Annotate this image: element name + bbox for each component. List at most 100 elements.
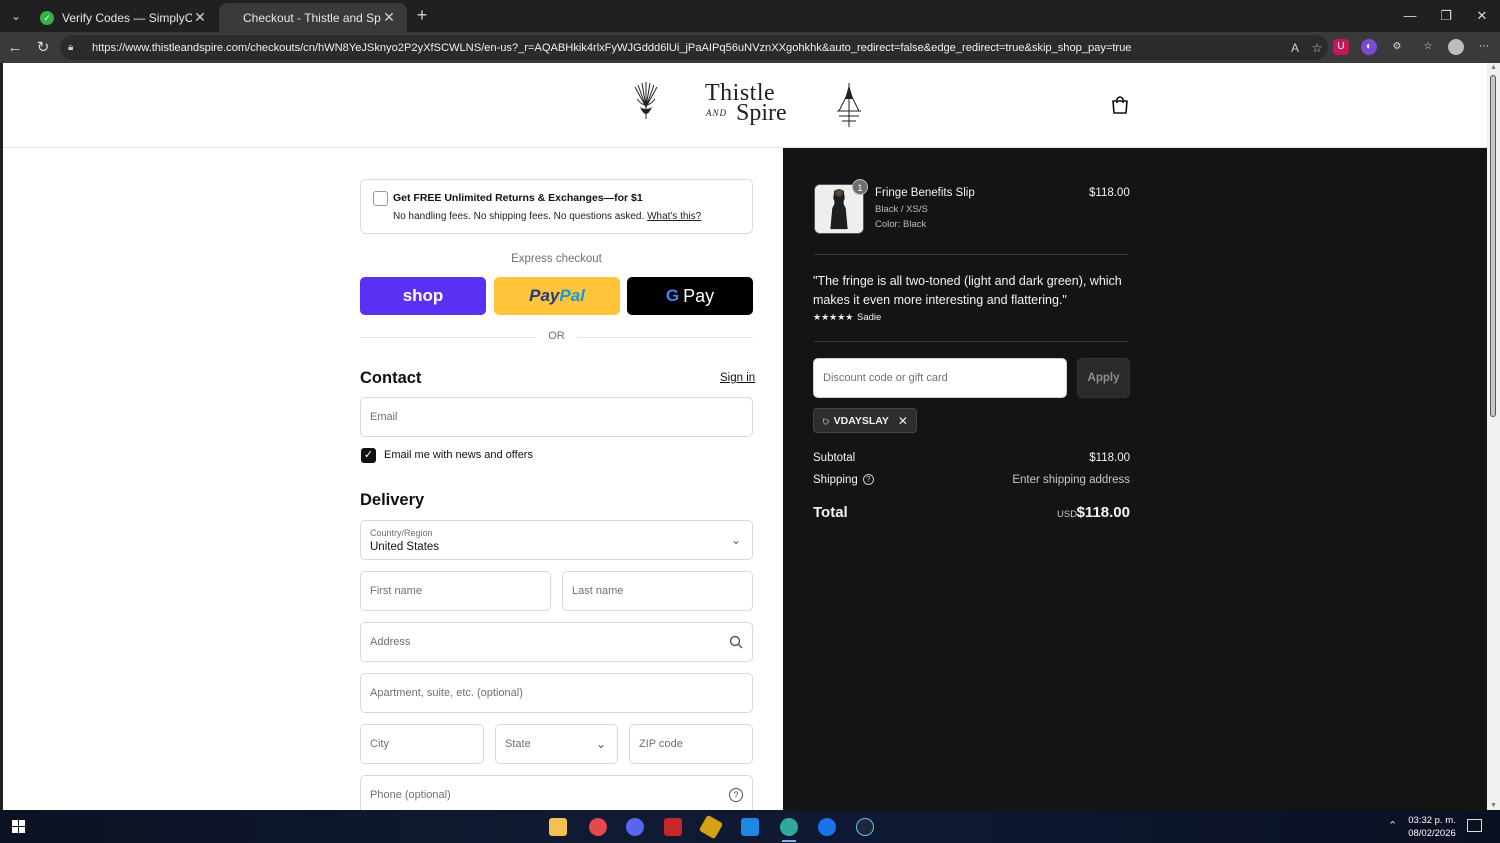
system-clock[interactable]: 03:32 p. m. 08/02/2026: [1404, 814, 1460, 840]
refresh-icon[interactable]: ↻: [32, 37, 54, 59]
steam-icon[interactable]: [856, 818, 874, 836]
minimize-icon[interactable]: —: [1395, 6, 1425, 26]
shipping-help-icon[interactable]: ?: [862, 474, 874, 486]
discount-code-input[interactable]: Discount code or gift card: [813, 358, 1067, 398]
phone-field[interactable]: Phone (optional) ?: [360, 775, 753, 810]
page-scrollbar[interactable]: ▲ ▼: [1487, 63, 1500, 810]
paypal-label-pal: Pal: [559, 286, 585, 305]
app-icon[interactable]: [698, 814, 724, 840]
zip-placeholder: ZIP code: [639, 738, 683, 750]
google-pay-button[interactable]: G Pay: [627, 277, 753, 315]
file-explorer-icon[interactable]: [549, 818, 567, 836]
more-menu-icon[interactable]: ⋯: [1476, 39, 1492, 55]
product-name: Fringe Benefits Slip: [875, 187, 975, 199]
restore-icon[interactable]: ❐: [1431, 6, 1461, 26]
contact-heading: Contact: [360, 369, 422, 387]
google-pay-label: Pay: [683, 285, 715, 306]
notification-center-icon[interactable]: [1467, 819, 1482, 832]
brave-browser-icon[interactable]: [589, 818, 607, 836]
total-label: Total: [813, 504, 848, 521]
free-returns-upsell: Get FREE Unlimited Returns & Exchanges—f…: [360, 179, 753, 234]
discount-placeholder: Discount code or gift card: [823, 372, 948, 384]
divider: [814, 341, 1129, 342]
address-bar[interactable]: 🔒︎ https://www.thistleandspire.com/check…: [60, 35, 1328, 60]
shop-pay-button[interactable]: shop: [360, 277, 486, 315]
voicemeeter-icon[interactable]: [664, 818, 682, 836]
sign-in-link[interactable]: Sign in: [720, 372, 755, 384]
tab-actions-menu-icon[interactable]: ⌄: [6, 6, 26, 26]
email-field[interactable]: Email: [360, 397, 753, 437]
active-app-indicator: [782, 840, 796, 842]
shield-extension-icon[interactable]: U: [1333, 39, 1349, 55]
extensions-puzzle-icon[interactable]: ⚙: [1389, 39, 1405, 55]
country-select[interactable]: Country/Region United States ⌄: [360, 520, 753, 560]
email-placeholder: Email: [370, 411, 398, 423]
last-name-placeholder: Last name: [572, 585, 624, 597]
chevron-down-icon: ⌄: [595, 737, 607, 751]
browser-toolbar: ← ↻ 🔒︎ https://www.thistleandspire.com/c…: [0, 32, 1500, 63]
help-icon[interactable]: ?: [729, 788, 743, 802]
shop-pay-label: shop: [402, 286, 444, 305]
close-window-icon[interactable]: ✕: [1467, 6, 1497, 26]
customer-review-quote: "The fringe is all two-toned (light and …: [813, 274, 1122, 307]
site-info-icon[interactable]: 🔒︎: [68, 42, 82, 53]
back-icon[interactable]: ←: [4, 37, 26, 59]
address-field[interactable]: Address: [360, 622, 753, 662]
review-stars: ★★★★★: [813, 312, 854, 322]
edge-browser-icon[interactable]: [780, 818, 798, 836]
upsell-title: Get FREE Unlimited Returns & Exchanges—f…: [393, 192, 643, 204]
subtotal-value: $118.00: [1089, 452, 1130, 464]
clock-date: 08/02/2026: [1408, 828, 1456, 839]
close-tab-icon[interactable]: ✕: [381, 9, 397, 26]
clock-time: 03:32 p. m.: [1408, 815, 1456, 826]
paypal-button[interactable]: Pay Pal: [494, 277, 620, 315]
whats-this-link[interactable]: What's this?: [647, 211, 701, 222]
address-placeholder: Address: [370, 636, 411, 648]
profile-avatar[interactable]: [1448, 39, 1464, 55]
app-store-icon[interactable]: [741, 818, 759, 836]
apartment-placeholder: Apartment, suite, etc. (optional): [370, 687, 523, 699]
free-returns-checkbox[interactable]: [373, 191, 388, 206]
new-tab-button[interactable]: +: [412, 5, 432, 25]
tab-title: Checkout - Thistle and Spire: [243, 10, 381, 25]
google-g-icon: G: [665, 286, 680, 305]
tray-overflow-icon[interactable]: ⌃: [1388, 819, 1397, 832]
remove-discount-icon[interactable]: ✕: [898, 414, 908, 428]
newsletter-checkbox[interactable]: ✓: [361, 448, 376, 463]
edge-dev-icon[interactable]: [818, 818, 836, 836]
tab-simplycodes[interactable]: ✓ Verify Codes — SimplyCodes ✕: [30, 3, 218, 32]
phone-placeholder: Phone (optional): [370, 789, 451, 801]
apartment-field[interactable]: Apartment, suite, etc. (optional): [360, 673, 753, 713]
applied-discount-tag: ⌂ VDAYSLAY ✕: [813, 408, 917, 433]
quantity-badge: 1: [852, 179, 868, 195]
discord-icon[interactable]: [626, 818, 644, 836]
scroll-down-icon[interactable]: ▼: [1489, 802, 1498, 809]
state-select[interactable]: State ⌄: [495, 724, 618, 764]
state-placeholder: State: [505, 738, 531, 750]
shipping-label: Shipping: [813, 474, 858, 486]
shopping-bag-icon[interactable]: [1111, 95, 1129, 115]
favorite-star-icon[interactable]: ☆: [1306, 41, 1328, 55]
tab-title: Verify Codes — SimplyCodes: [62, 10, 192, 25]
city-field[interactable]: City: [360, 724, 484, 764]
product-variant: Black / XS/S: [875, 204, 928, 215]
shipping-value: Enter shipping address: [1012, 474, 1130, 486]
scroll-up-icon[interactable]: ▲: [1489, 64, 1498, 71]
copilot-extension-icon[interactable]: ◐: [1361, 39, 1377, 55]
close-tab-icon[interactable]: ✕: [192, 9, 208, 26]
express-checkout-label: Express checkout: [511, 253, 602, 265]
first-name-field[interactable]: First name: [360, 571, 551, 611]
zip-field[interactable]: ZIP code: [629, 724, 753, 764]
paypal-label-pay: Pay: [529, 286, 560, 305]
upsell-description: No handling fees. No shipping fees. No q…: [393, 211, 645, 222]
windows-start-icon[interactable]: [12, 820, 25, 833]
tab-checkout[interactable]: Checkout - Thistle and Spire ✕: [219, 3, 407, 32]
tab-strip: ⌄ ✓ Verify Codes — SimplyCodes ✕ Checkou…: [0, 0, 1500, 32]
last-name-field[interactable]: Last name: [562, 571, 753, 611]
apply-discount-button[interactable]: Apply: [1077, 358, 1130, 398]
scrollbar-thumb[interactable]: [1490, 75, 1496, 417]
brand-name-and: AND: [706, 108, 727, 118]
favorites-icon[interactable]: ☆: [1420, 39, 1436, 55]
read-aloud-icon[interactable]: A: [1284, 41, 1306, 55]
url-text[interactable]: https://www.thistleandspire.com/checkout…: [82, 42, 1284, 54]
